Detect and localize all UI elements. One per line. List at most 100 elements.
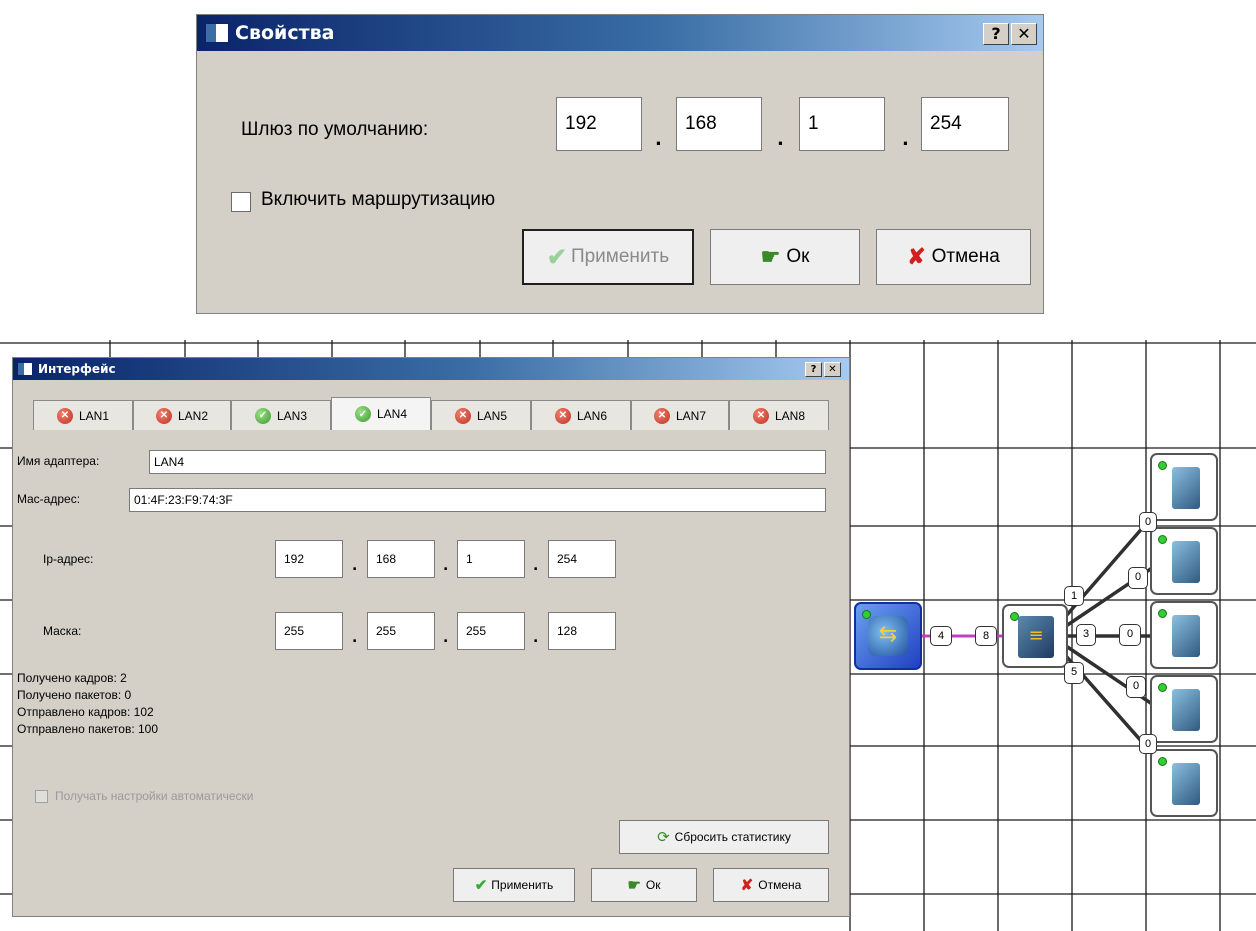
adapter-name-label: Имя адаптера: [17,454,100,468]
dialog-title: Свойства [235,22,335,44]
cross-icon: ✘ [907,244,926,269]
status-led [1158,461,1167,470]
error-status-icon: ✕ [155,407,172,424]
ok-hand-icon: ☛ [627,877,641,894]
tab-lan3[interactable]: ✓ LAN3 [231,400,331,430]
router-node[interactable]: ⇆ [854,602,922,670]
tab-lan8[interactable]: ✕ LAN8 [729,400,829,430]
reset-stats-button[interactable]: ⟳ Сбросить статистику [619,820,829,854]
tab-lan5[interactable]: ✕ LAN5 [431,400,531,430]
switch-port-badge: 3 [1076,624,1096,646]
status-led [1158,535,1167,544]
host-node[interactable] [1150,675,1218,743]
error-status-icon: ✕ [454,407,471,424]
mask-octet-4[interactable]: 128 [548,612,616,650]
switch-node[interactable]: ≡ [1002,604,1068,668]
lan-tab-bar: ✕ LAN1 ✕ LAN2 ✓ LAN3 ✓ LAN4 ✕ LAN5 ✕ LAN… [33,397,829,430]
ip-octet-2[interactable]: 168 [367,540,435,578]
routing-checkbox[interactable] [231,192,251,212]
octet-separator: . [655,129,662,150]
app-icon [205,23,229,43]
host-port-badge: 0 [1119,624,1141,646]
octet-separator: . [777,129,784,150]
mask-label: Маска: [43,624,82,638]
server-icon [1172,467,1200,509]
mac-address-label: Mac-адрес: [17,492,81,506]
mac-address-field[interactable]: 01:4F:23:F9:74:3F [129,488,826,512]
auto-settings-checkbox[interactable] [35,790,48,803]
app-icon [17,362,33,376]
octet-separator: . [443,630,449,646]
error-status-icon: ✕ [554,407,571,424]
switch-icon: ≡ [1018,616,1054,658]
mask-octet-3[interactable]: 255 [457,612,525,650]
properties-dialog: Свойства ? ✕ Шлюз по умолчанию: 192 . 16… [196,14,1044,314]
status-led [1158,683,1167,692]
help-button[interactable]: ? [805,362,822,377]
mask-octet-1[interactable]: 255 [275,612,343,650]
interface-titlebar[interactable]: Интерфейс [13,358,849,380]
host-port-badge: 0 [1139,734,1157,754]
ip-octet-3[interactable]: 1 [457,540,525,578]
error-status-icon: ✕ [653,407,670,424]
close-button[interactable]: ✕ [824,362,841,377]
tab-lan2[interactable]: ✕ LAN2 [133,400,231,430]
apply-button[interactable]: ✔ Применить [522,229,694,285]
gateway-octet-4[interactable]: 254 [921,97,1009,151]
router-port-badge: 4 [930,626,952,646]
tab-lan7[interactable]: ✕ LAN7 [631,400,729,430]
host-port-badge: 0 [1128,567,1148,589]
error-status-icon: ✕ [752,407,769,424]
gateway-label: Шлюз по умолчанию: [241,119,429,140]
host-node[interactable] [1150,453,1218,521]
dialog-title: Интерфейс [38,362,116,376]
status-led [1158,609,1167,618]
tab-lan6[interactable]: ✕ LAN6 [531,400,631,430]
help-button[interactable]: ? [983,23,1009,45]
host-node[interactable] [1150,749,1218,817]
close-button[interactable]: ✕ [1011,23,1037,45]
interface-dialog: Интерфейс ? ✕ ✕ LAN1 ✕ LAN2 ✓ LAN3 ✓ LAN… [12,357,850,917]
apply-button[interactable]: ✔ Применить [453,868,575,902]
cancel-button[interactable]: ✘ Отмена [876,229,1031,285]
gateway-octet-1[interactable]: 192 [556,97,642,151]
stat-rx-packets: Получено пакетов: 0 [17,688,132,702]
properties-titlebar[interactable]: Свойства [197,15,1043,51]
switch-port-badge: 8 [975,626,997,646]
status-led [1158,757,1167,766]
octet-separator: . [533,558,539,574]
server-icon [1172,763,1200,805]
cancel-button[interactable]: ✘ Отмена [713,868,829,902]
error-status-icon: ✕ [56,407,73,424]
server-icon [1172,615,1200,657]
checkmark-icon: ✔ [546,243,567,271]
octet-separator: . [443,558,449,574]
refresh-icon: ⟳ [657,829,670,846]
server-icon [1172,689,1200,731]
tab-lan4[interactable]: ✓ LAN4 [331,397,431,430]
ok-button[interactable]: ☛ Ок [710,229,860,285]
octet-separator: . [902,129,909,150]
gateway-octet-2[interactable]: 168 [676,97,762,151]
octet-separator: . [533,630,539,646]
cross-icon: ✘ [740,877,754,894]
ok-status-icon: ✓ [254,407,271,424]
gateway-octet-3[interactable]: 1 [799,97,885,151]
adapter-name-field[interactable]: LAN4 [149,450,826,474]
router-icon: ⇆ [868,616,908,656]
host-node[interactable] [1150,601,1218,669]
stat-rx-frames: Получено кадров: 2 [17,671,127,685]
ok-button[interactable]: ☛ Ок [591,868,697,902]
host-node[interactable] [1150,527,1218,595]
routing-label[interactable]: Включить маршрутизацию [261,189,495,211]
switch-port-badge: 5 [1064,662,1084,684]
auto-settings-label[interactable]: Получать настройки автоматически [55,789,253,803]
mask-octet-2[interactable]: 255 [367,612,435,650]
switch-port-badge: 1 [1064,586,1084,606]
tab-lan1[interactable]: ✕ LAN1 [33,400,133,430]
ip-octet-4[interactable]: 254 [548,540,616,578]
octet-separator: . [352,558,358,574]
stat-tx-frames: Отправлено кадров: 102 [17,705,154,719]
ip-octet-1[interactable]: 192 [275,540,343,578]
host-port-badge: 0 [1126,676,1146,698]
